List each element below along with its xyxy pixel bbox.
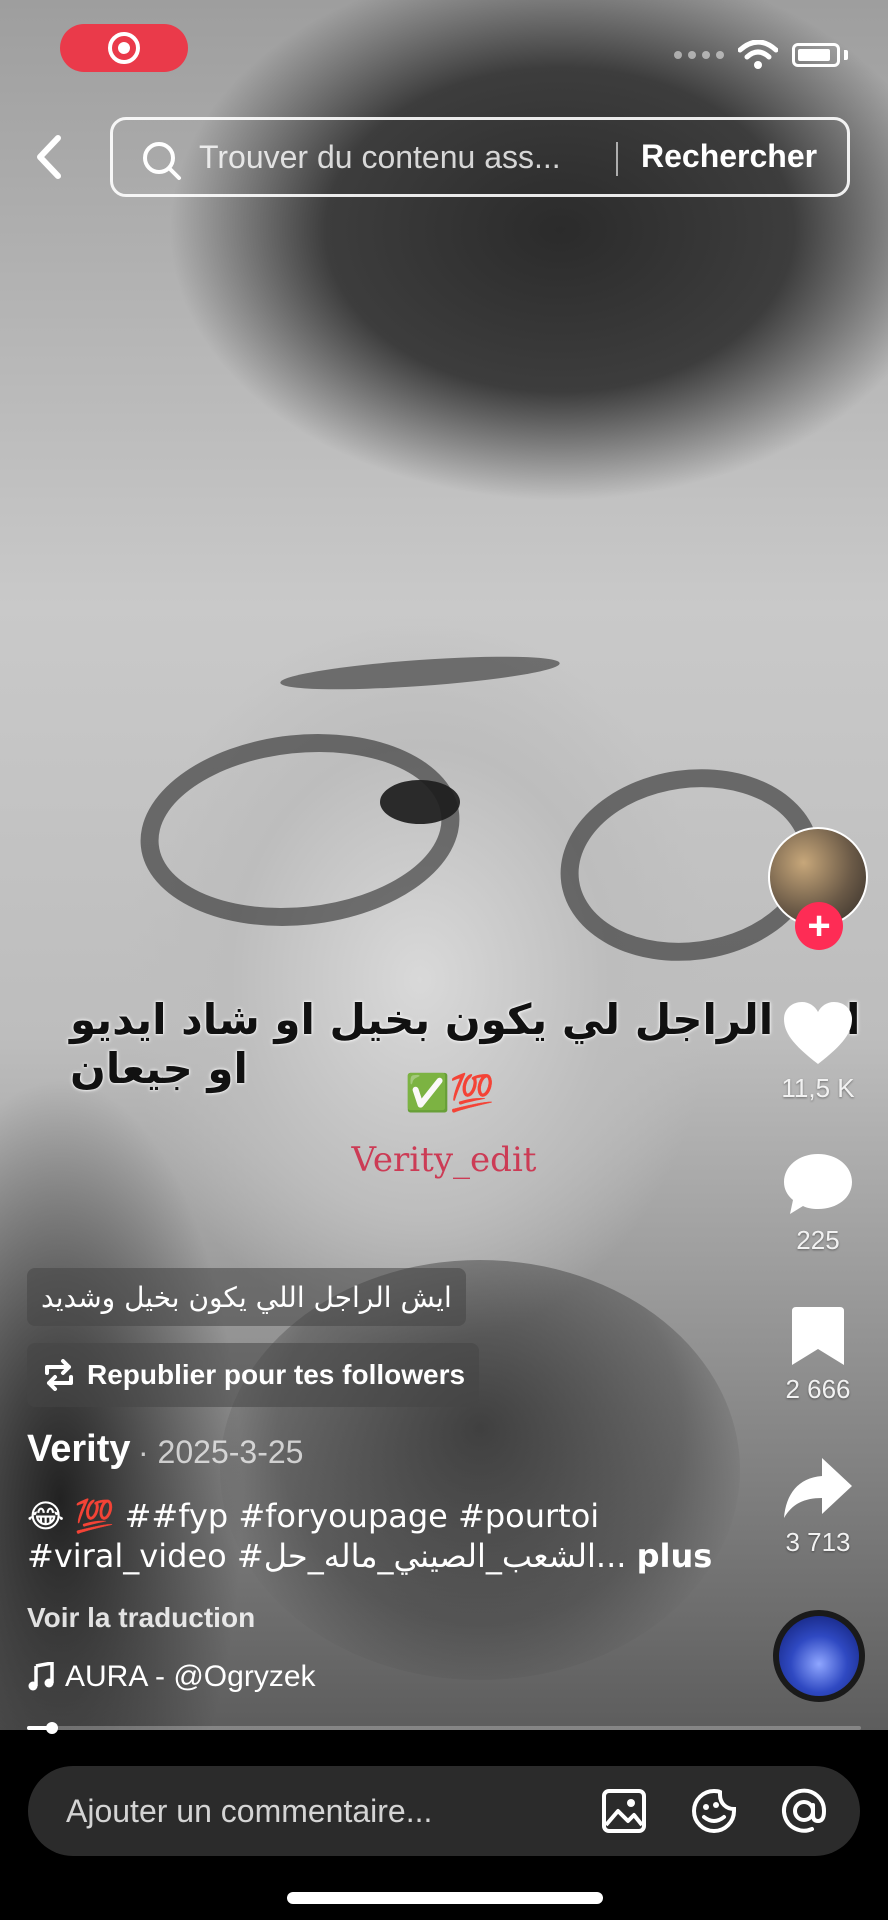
search-icon <box>143 142 181 180</box>
wifi-icon <box>738 40 778 69</box>
battery-tip <box>844 50 848 60</box>
description-text: 😂 💯 ##fyp #foryoupage #pourtoi #viral_vi… <box>27 1497 637 1575</box>
post-description[interactable]: 😂 💯 ##fyp #foryoupage #pourtoi #viral_vi… <box>27 1496 727 1576</box>
status-bar-icons <box>674 40 848 70</box>
save-count: 2 666 <box>785 1374 851 1404</box>
music-note-icon <box>28 1662 54 1691</box>
author-name[interactable]: Verity <box>27 1428 131 1471</box>
comment-bubble-icon <box>784 1154 852 1214</box>
video-watermark: Verity_edit <box>351 1140 537 1180</box>
back-arrow-icon[interactable] <box>30 132 70 182</box>
share-count: 3 713 <box>785 1527 851 1557</box>
share-button[interactable]: 3 713 <box>768 1456 868 1558</box>
search-bar[interactable]: Rechercher <box>110 117 850 197</box>
home-indicator[interactable] <box>287 1892 603 1904</box>
video-player[interactable]: اتي الراجل لي يكون بخيل او شاد ايديو او … <box>0 0 888 1730</box>
comment-bar <box>28 1766 860 1856</box>
battery-icon <box>792 43 840 67</box>
music-track[interactable]: AURA - @Ogryzek <box>27 1660 316 1694</box>
comment-count: 225 <box>796 1225 840 1255</box>
comment-input[interactable] <box>66 1766 586 1856</box>
video-progress-bar[interactable] <box>27 1722 861 1734</box>
cellular-dots-icon <box>674 51 724 59</box>
progress-handle[interactable] <box>46 1722 59 1734</box>
repost-label: Republier pour tes followers <box>87 1359 466 1390</box>
video-frame-detail <box>279 650 561 696</box>
music-disc-icon[interactable] <box>773 1610 865 1702</box>
search-divider <box>616 142 618 176</box>
image-icon[interactable] <box>600 1787 648 1835</box>
follow-plus-icon[interactable]: + <box>795 902 843 950</box>
video-caption-emoji: ✅💯 <box>405 1073 495 1114</box>
post-date: · 2025-3-25 <box>138 1434 304 1470</box>
music-title: AURA - @Ogryzek <box>65 1660 316 1693</box>
mention-icon[interactable] <box>780 1787 828 1835</box>
repost-icon <box>45 1359 73 1391</box>
bookmark-icon <box>792 1307 844 1365</box>
comment-button[interactable]: 225 <box>768 1152 868 1256</box>
search-input[interactable] <box>199 120 709 194</box>
screen-record-icon <box>108 32 140 64</box>
translate-link[interactable]: Voir la traduction <box>27 1602 255 1634</box>
share-arrow-icon <box>784 1458 852 1518</box>
save-button[interactable]: 2 666 <box>768 1305 868 1405</box>
like-count: 11,5 K <box>781 1073 855 1103</box>
video-frame-detail <box>130 718 470 942</box>
like-button[interactable]: 11,5 K <box>768 1000 868 1104</box>
screen-record-indicator[interactable] <box>60 24 188 72</box>
video-title-label: ايش الراجل اللي يكون بخيل وشديد <box>27 1268 466 1326</box>
repost-button[interactable]: Republier pour tes followers <box>27 1343 480 1407</box>
heart-icon <box>784 1002 852 1064</box>
search-button[interactable]: Rechercher <box>641 138 817 175</box>
emoji-sticker-icon[interactable] <box>690 1787 738 1835</box>
more-link[interactable]: plus <box>637 1537 713 1575</box>
